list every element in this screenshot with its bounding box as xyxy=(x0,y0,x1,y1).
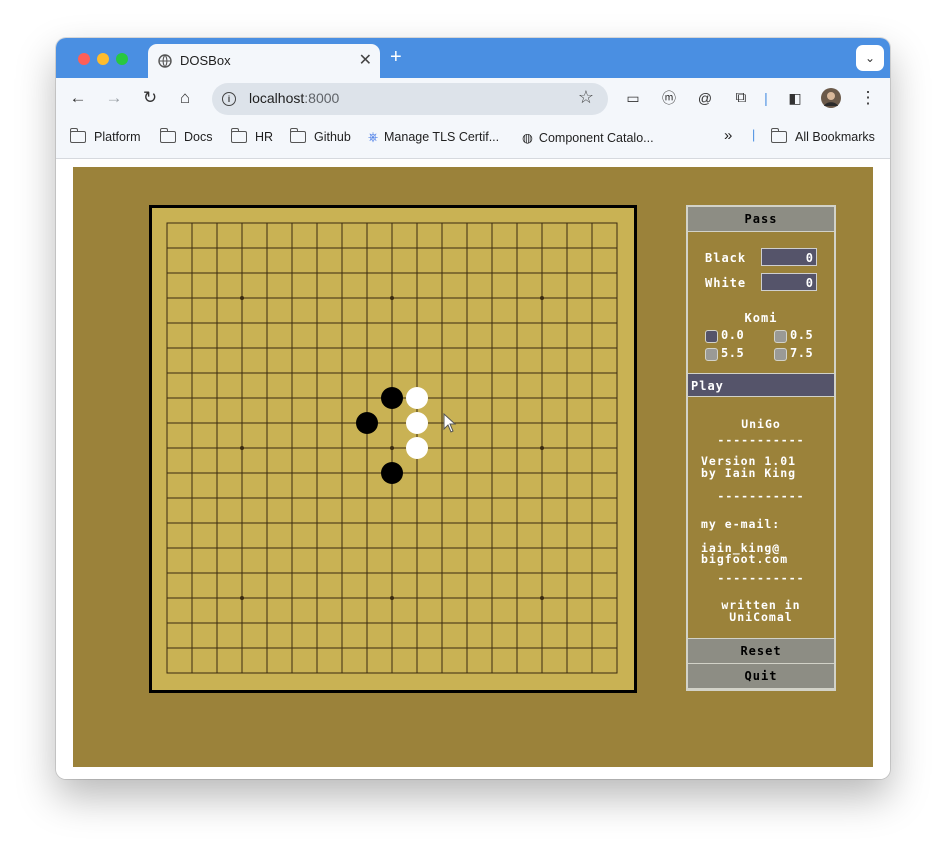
extensions-puzzle-icon[interactable]: ⧉ xyxy=(728,85,754,111)
go-board-grid[interactable] xyxy=(152,208,634,690)
quit-button[interactable]: Quit xyxy=(688,664,834,689)
address-bar[interactable]: i localhost:8000 ☆ xyxy=(212,83,608,115)
komi-option-label: 5.5 xyxy=(721,346,745,360)
komi-title: Komi xyxy=(744,311,778,325)
bookmark-github[interactable]: Github xyxy=(289,128,351,144)
minimize-window-button[interactable] xyxy=(97,53,109,65)
separator: ----------- xyxy=(717,489,805,503)
separator: ----------- xyxy=(717,433,805,447)
toolbar-divider: | xyxy=(764,90,768,106)
browser-toolbar: ← → ↻ ⌂ i localhost:8000 ☆ ▭ ⓜ @ ⧉ | ◧ ⋮ xyxy=(56,78,890,118)
komi-radio-7.5[interactable] xyxy=(774,348,787,361)
black-label: Black xyxy=(705,251,747,265)
globe-icon: ◍ xyxy=(522,131,533,145)
star-point xyxy=(240,296,244,300)
globe-icon xyxy=(158,54,172,68)
black-stone[interactable] xyxy=(381,387,403,409)
browser-window: DOSBox ✕ + ⌄ ← → ↻ ⌂ i localhost:8000 ☆ … xyxy=(56,38,890,779)
dosbox-screen[interactable]: Pass Black 0 White 0 Komi 0.0 0.5 5.5 7.… xyxy=(73,167,873,767)
home-button[interactable]: ⌂ xyxy=(172,85,198,111)
komi-option-label: 0.5 xyxy=(790,328,814,342)
star-point xyxy=(240,596,244,600)
bookmark-star-icon[interactable]: ☆ xyxy=(578,87,594,108)
app-name: UniGo xyxy=(741,417,781,431)
language-line: UniComal xyxy=(729,610,793,624)
pass-button[interactable]: Pass xyxy=(688,207,834,232)
bookmark-manage-tls[interactable]: ⎈ Manage TLS Certif... xyxy=(368,130,499,145)
extension-m-icon[interactable]: ⓜ xyxy=(656,85,682,111)
separator: ----------- xyxy=(717,571,805,585)
more-bookmarks-button[interactable]: » xyxy=(724,127,732,144)
cast-icon[interactable]: ▭ xyxy=(620,85,646,111)
tab-dosbox[interactable]: DOSBox ✕ xyxy=(148,44,380,78)
white-score: 0 xyxy=(761,273,817,291)
folder-icon xyxy=(69,128,86,143)
page-content: Pass Black 0 White 0 Komi 0.0 0.5 5.5 7.… xyxy=(56,159,890,779)
reset-button[interactable]: Reset xyxy=(688,638,834,664)
url-text[interactable]: localhost:8000 xyxy=(249,90,339,106)
bookmark-docs[interactable]: Docs xyxy=(159,128,212,144)
star-point xyxy=(390,596,394,600)
white-stone[interactable] xyxy=(406,437,428,459)
kubernetes-icon: ⎈ xyxy=(368,130,379,144)
new-tab-button[interactable]: + xyxy=(390,46,402,69)
tab-title: DOSBox xyxy=(180,53,231,68)
side-panel: Pass Black 0 White 0 Komi 0.0 0.5 5.5 7.… xyxy=(686,205,836,691)
author-line: by Iain King xyxy=(701,466,797,480)
black-stone[interactable] xyxy=(356,412,378,434)
komi-radio-0.5[interactable] xyxy=(774,330,787,343)
white-stone[interactable] xyxy=(406,387,428,409)
mouse-cursor-icon xyxy=(443,413,457,433)
bookmark-platform[interactable]: Platform xyxy=(69,128,141,144)
go-board[interactable] xyxy=(149,205,637,693)
star-point xyxy=(540,596,544,600)
site-info-icon[interactable]: i xyxy=(222,92,236,106)
star-point xyxy=(540,446,544,450)
forward-button[interactable]: → xyxy=(101,85,127,111)
close-window-button[interactable] xyxy=(78,53,90,65)
white-label: White xyxy=(705,276,747,290)
all-bookmarks[interactable]: All Bookmarks xyxy=(770,128,875,144)
profile-avatar[interactable] xyxy=(818,85,844,111)
side-panel-icon[interactable]: ◧ xyxy=(782,85,808,111)
reload-button[interactable]: ↻ xyxy=(137,85,163,111)
folder-icon xyxy=(770,128,787,143)
status-bar: Play xyxy=(688,373,834,397)
star-point xyxy=(240,446,244,450)
tab-close-icon[interactable]: ✕ xyxy=(359,50,372,70)
komi-radio-0.0[interactable] xyxy=(705,330,718,343)
komi-option-label: 0.0 xyxy=(721,328,745,342)
folder-icon xyxy=(230,128,247,143)
back-button[interactable]: ← xyxy=(65,85,91,111)
email-domain-line: bigfoot.com xyxy=(701,552,789,566)
bookmarks-divider: | xyxy=(752,128,756,142)
maximize-window-button[interactable] xyxy=(116,53,128,65)
tab-search-button[interactable]: ⌄ xyxy=(856,45,884,71)
black-score: 0 xyxy=(761,248,817,266)
menu-kebab-icon[interactable]: ⋮ xyxy=(855,85,881,111)
komi-radio-5.5[interactable] xyxy=(705,348,718,361)
extension-at-icon[interactable]: @ xyxy=(692,85,718,111)
komi-option-label: 7.5 xyxy=(790,346,814,360)
star-point xyxy=(540,296,544,300)
bookmark-component-catalog[interactable]: ◍ Component Catalo... xyxy=(522,130,654,145)
email-label: my e-mail: xyxy=(701,517,781,531)
bookmark-hr[interactable]: HR xyxy=(230,128,273,144)
folder-icon xyxy=(289,128,306,143)
star-point xyxy=(390,446,394,450)
star-point xyxy=(390,296,394,300)
white-stone[interactable] xyxy=(406,412,428,434)
folder-icon xyxy=(159,128,176,143)
black-stone[interactable] xyxy=(381,462,403,484)
bookmarks-bar: Platform Docs HR Github ⎈ Manage TLS Cert… xyxy=(56,118,890,159)
tab-strip: DOSBox ✕ + ⌄ xyxy=(56,38,890,78)
